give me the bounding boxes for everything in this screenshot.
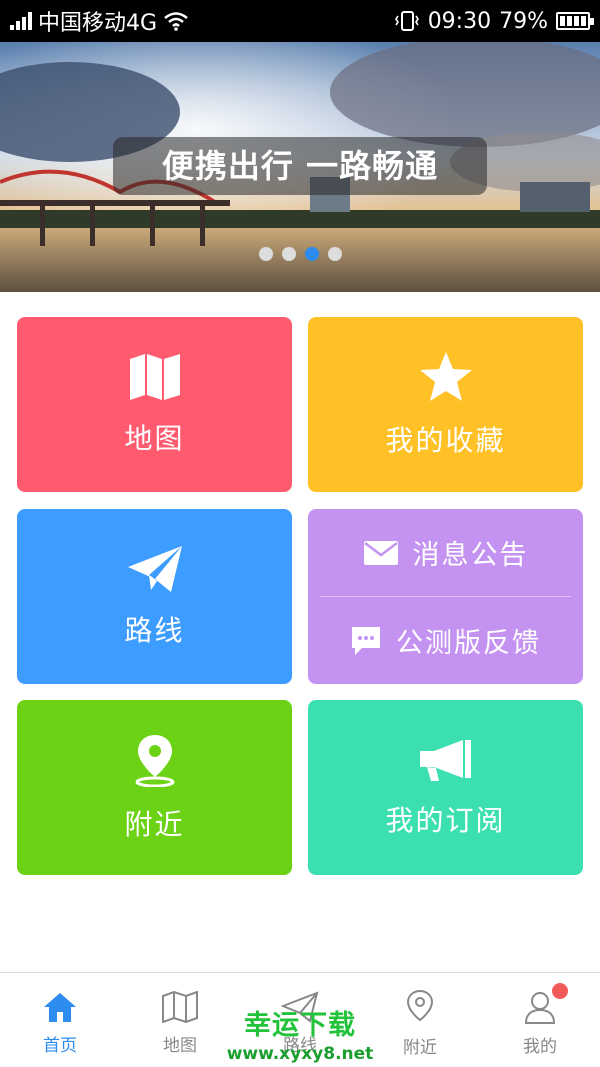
carousel-dot-active[interactable] (304, 247, 319, 261)
carrier-label: 中国移动4G (38, 11, 158, 36)
banner-carousel[interactable]: 便携出行 一路畅通 (0, 42, 600, 292)
wifi-icon (164, 12, 188, 31)
status-bar: 中国移动4G 09:30 79% (0, 0, 600, 42)
map-tile[interactable]: 地图 (17, 317, 292, 492)
feedback-button[interactable]: 公测版反馈 (308, 597, 583, 684)
carousel-dots (0, 247, 600, 261)
megaphone-icon (419, 739, 471, 781)
chat-bubble-icon (352, 626, 380, 655)
banner-caption: 便携出行 一路畅通 (113, 137, 487, 195)
subscriptions-tile-label: 我的订阅 (385, 803, 506, 837)
nav-profile-label: 我的 (523, 1036, 557, 1057)
subscriptions-tile[interactable]: 我的订阅 (308, 700, 583, 875)
location-pin-icon (135, 734, 174, 787)
favorites-tile-label: 我的收藏 (385, 423, 506, 457)
map-tile-label: 地图 (124, 421, 185, 455)
battery-icon (556, 12, 594, 30)
paper-plane-icon (127, 545, 182, 592)
envelope-icon (363, 540, 398, 565)
nav-map-label: 地图 (163, 1035, 197, 1056)
signal-icon (10, 12, 32, 30)
star-icon (419, 351, 472, 401)
clock-label: 09:30 (427, 8, 492, 34)
home-icon (44, 992, 76, 1022)
nav-home[interactable]: 首页 (0, 973, 120, 1067)
notice-button[interactable]: 消息公告 (308, 509, 583, 596)
feedback-label: 公测版反馈 (396, 628, 541, 659)
notification-badge (552, 983, 568, 999)
vibrate-icon (394, 11, 419, 31)
nav-profile[interactable]: 我的 (480, 973, 600, 1067)
app-screen: 中国移动4G 09:30 79% 便携出行 一路畅通 地图 我的收藏 路线 消息… (0, 0, 600, 1067)
watermark: 幸运下载 www.xyxy8.net (205, 1003, 395, 1064)
carousel-dot[interactable] (327, 247, 342, 261)
carousel-dot[interactable] (258, 247, 273, 261)
nearby-tile-label: 附近 (124, 807, 185, 841)
notice-label: 消息公告 (412, 540, 529, 571)
nav-nearby-label: 附近 (403, 1037, 437, 1058)
favorites-tile[interactable]: 我的收藏 (308, 317, 583, 492)
map-icon (129, 353, 180, 400)
watermark-url: www.xyxy8.net (226, 1044, 374, 1064)
watermark-title: 幸运下载 (244, 1010, 356, 1041)
battery-percent: 79% (499, 8, 548, 34)
nav-home-label: 首页 (43, 1035, 77, 1056)
route-tile[interactable]: 路线 (17, 509, 292, 684)
location-pin-icon (406, 989, 434, 1021)
carousel-dot[interactable] (281, 247, 296, 261)
route-tile-label: 路线 (124, 613, 185, 647)
map-icon (162, 990, 198, 1023)
nearby-tile[interactable]: 附近 (17, 700, 292, 875)
notice-feedback-tile: 消息公告 公测版反馈 (308, 509, 583, 684)
